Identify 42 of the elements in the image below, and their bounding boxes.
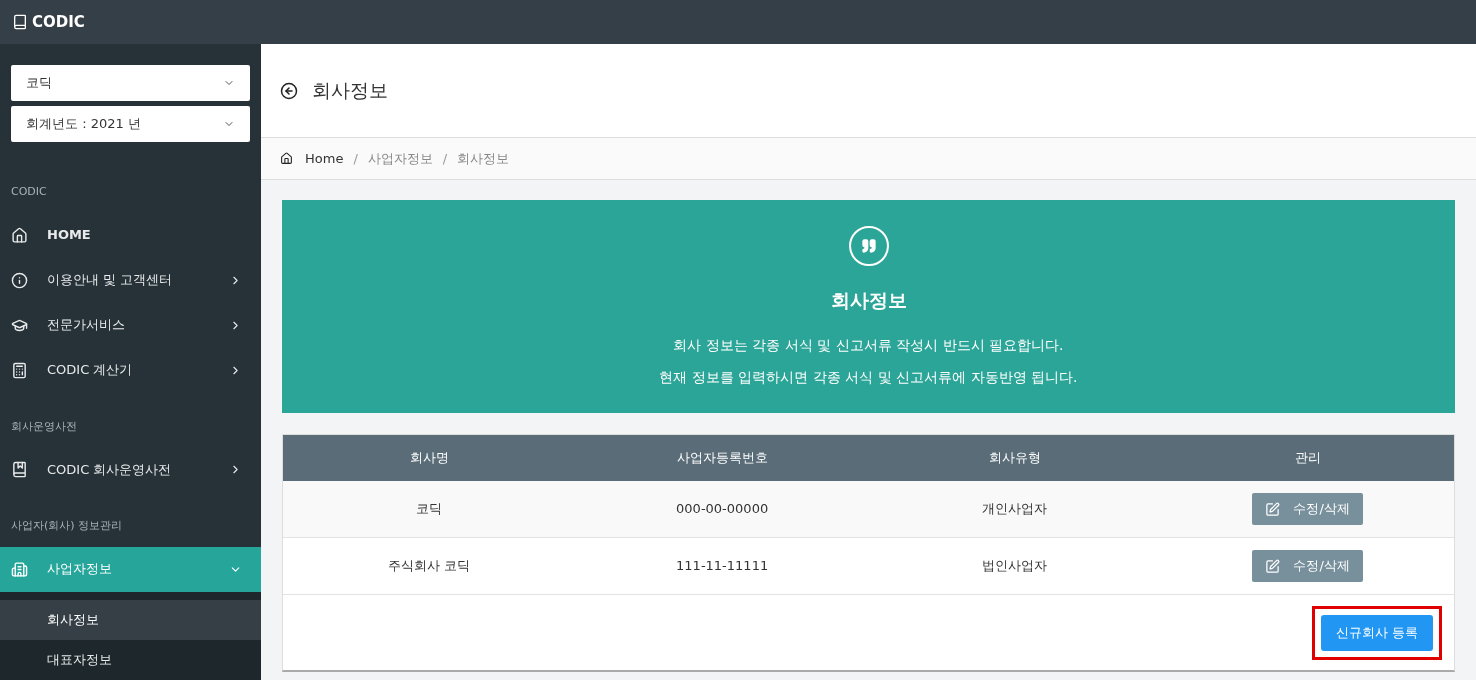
table-cell-text: 법인사업자 (982, 557, 1048, 576)
table-cell-text: 개인사업자 (982, 500, 1048, 519)
nav-item[interactable]: HOME (0, 212, 261, 258)
info-icon (11, 271, 28, 289)
table-cell-text: 주식회사 코딕 (388, 557, 471, 576)
column-header: 회사명 (409, 449, 449, 468)
column-header: 사업자등록번호 (676, 449, 768, 468)
banner-text: 회사 정보는 각종 서식 및 신고서류 작성시 반드시 필요합니다. (673, 335, 1064, 355)
select-field[interactable]: 회계년도 : 2021 년 (11, 106, 250, 142)
page-title: 회사정보 (312, 78, 388, 104)
banner-title: 회사정보 (830, 288, 907, 313)
nav-item[interactable]: 이용안내 및 고객센터 (0, 257, 261, 303)
book-icon (12, 14, 28, 30)
nav-item[interactable]: CODIC 회사운영사전 (0, 447, 261, 492)
nav-item[interactable]: CODIC 계산기 (0, 347, 261, 393)
section-header: 회사운영사전 (10, 418, 78, 435)
breadcrumb-link[interactable]: 회사정보 (457, 148, 510, 169)
breadcrumb-separator: / (442, 149, 448, 168)
edit-icon (1265, 501, 1281, 517)
select-field[interactable]: 코딕 (11, 65, 250, 101)
table-cell-text: 000-00-00000 (676, 500, 769, 519)
quote-icon (848, 226, 889, 266)
brand-name[interactable]: CODIC (32, 10, 85, 34)
section-header: 사업자(회사) 정보관리 (10, 518, 124, 534)
calculator-icon (11, 361, 28, 379)
table-cell-text: 111-11-11111 (676, 557, 769, 576)
breadcrumb-separator: / (353, 149, 358, 168)
column-header: 회사유형 (988, 449, 1041, 468)
section-header: CODIC (10, 184, 48, 200)
home-icon (11, 226, 28, 244)
submenu-item[interactable]: 회사정보 (0, 599, 261, 640)
book-icon (11, 461, 28, 478)
home-icon (280, 152, 293, 165)
building-icon (11, 560, 28, 578)
breadcrumb-link[interactable]: 사업자정보 (367, 148, 433, 169)
nav-item[interactable]: 전문가서비스 (0, 302, 261, 348)
table-cell-text: 코딕 (416, 500, 443, 519)
banner-text: 현재 정보를 입력하시면 각종 서식 및 신고서류에 자동반영 됩니다. (659, 367, 1078, 387)
breadcrumb-link[interactable]: Home (305, 148, 344, 169)
submenu-item[interactable]: 대표자정보 (0, 639, 261, 680)
edit-icon (1265, 558, 1281, 574)
column-header: 관리 (1294, 449, 1321, 468)
